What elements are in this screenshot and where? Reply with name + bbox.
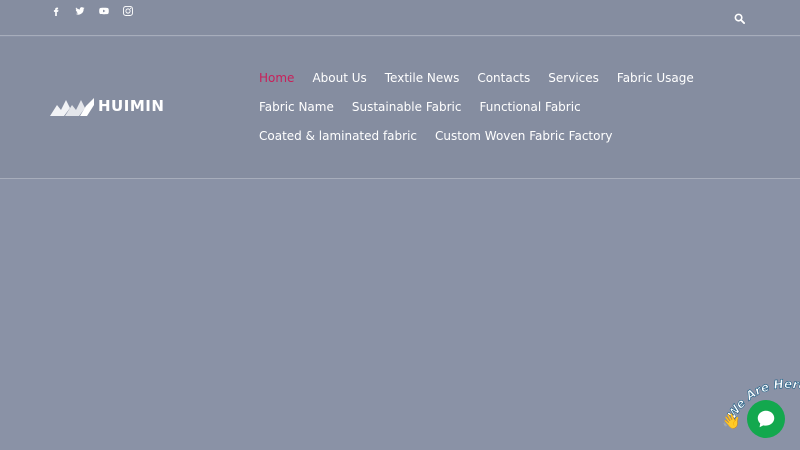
nav-item-about-us[interactable]: About Us — [303, 64, 375, 93]
nav-item-coated-laminated-fabric[interactable]: Coated & laminated fabric — [250, 122, 426, 151]
site-logo[interactable]: HUIMIN — [50, 96, 164, 116]
top-bar — [0, 0, 800, 36]
nav-item-services[interactable]: Services — [539, 64, 608, 93]
search-icon[interactable] — [733, 12, 745, 24]
social-links — [44, 4, 140, 18]
chat-icon — [757, 410, 775, 428]
chat-button[interactable] — [747, 400, 785, 438]
youtube-icon[interactable] — [92, 4, 116, 18]
nav-item-sustainable-fabric[interactable]: Sustainable Fabric — [343, 93, 471, 122]
main-nav: Home About Us Textile News Contacts Serv… — [250, 64, 750, 151]
nav-item-fabric-name[interactable]: Fabric Name — [250, 93, 343, 122]
nav-item-custom-woven-fabric-factory[interactable]: Custom Woven Fabric Factory — [426, 122, 621, 151]
nav-item-textile-news[interactable]: Textile News — [376, 64, 469, 93]
logo-text: HUIMIN — [98, 97, 165, 115]
facebook-icon[interactable] — [44, 4, 68, 18]
logo-mark-icon — [50, 98, 94, 116]
twitter-icon[interactable] — [68, 4, 92, 18]
site-header: HUIMIN Home About Us Textile News Contac… — [0, 37, 800, 179]
nav-item-home[interactable]: Home — [250, 64, 303, 93]
page-overlay — [0, 180, 800, 450]
nav-item-fabric-usage[interactable]: Fabric Usage — [608, 64, 703, 93]
instagram-icon[interactable] — [116, 4, 140, 18]
wave-hand-icon: 👋 — [722, 413, 741, 430]
nav-item-functional-fabric[interactable]: Functional Fabric — [470, 93, 589, 122]
chat-widget: We Are Here! 👋 — [720, 376, 800, 446]
nav-item-contacts[interactable]: Contacts — [468, 64, 539, 93]
